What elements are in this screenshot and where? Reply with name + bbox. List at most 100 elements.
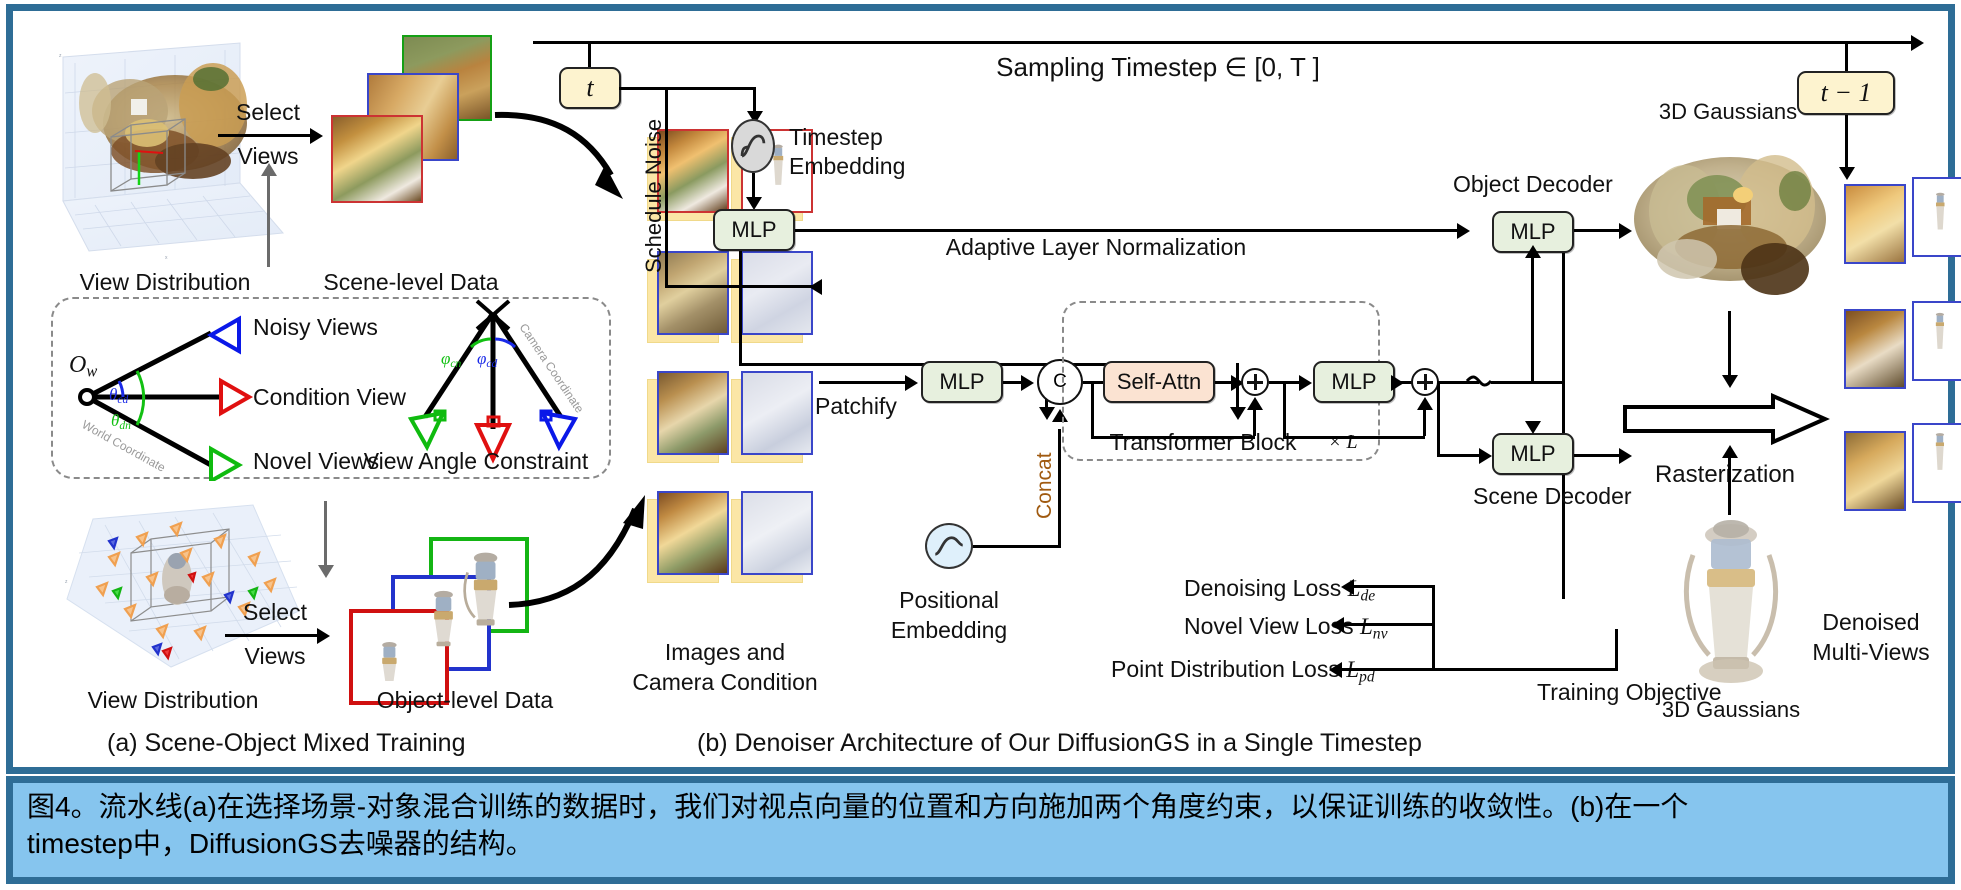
origin-label-ow: Ow	[69, 352, 98, 381]
positional-embedding-hline	[971, 545, 1061, 548]
svg-text:z: z	[59, 53, 62, 59]
constraint-to-scene-line	[267, 171, 270, 267]
scene-decoder-in-hline	[1437, 454, 1479, 457]
loss-bus-vline	[1432, 585, 1435, 671]
caption-bar: 图4。流水线(a)在选择场景-对象混合训练的数据时，我们对视点向量的位置和方向施…	[6, 776, 1955, 884]
concat-in-vline	[1058, 429, 1061, 547]
loss-denoising-sub: de	[1360, 587, 1376, 605]
positional-embedding-label-l2: Embedding	[890, 617, 1008, 643]
loss-novelview-arrowhead	[1331, 617, 1344, 633]
mlp-to-concat-arrowhead	[1021, 375, 1034, 391]
transformer-out-hline-2	[1491, 381, 1565, 384]
scene-decoder-in-arrowhead	[1479, 448, 1492, 464]
residual1-up-vline	[1253, 407, 1256, 436]
select-views-bottom-arrowhead	[317, 628, 330, 644]
schedule-noise-label: Schedule Noise	[641, 118, 666, 273]
loss-denoising-name: Denoising Loss	[1184, 575, 1342, 601]
svg-text:z: z	[65, 579, 68, 585]
patchify-in-arrowhead	[905, 375, 918, 391]
timestep-output-box[interactable]: t − 1	[1797, 71, 1895, 115]
residual-add-1	[1241, 368, 1269, 396]
concat-label: Concat	[1033, 452, 1056, 519]
gaussians-top-label: 3D Gaussians	[1658, 99, 1798, 124]
sampling-timestep-label: Sampling Timestep ∈ [0, T ]	[996, 52, 1320, 82]
residual2-down-vline	[1283, 381, 1286, 439]
training-objective-vline	[1615, 629, 1618, 669]
theta-cd-label: θcd	[109, 385, 129, 407]
figure-page: z x View Distribution Select Views Scene-…	[0, 0, 1961, 890]
select-views-top-arrowhead	[310, 128, 323, 144]
self-attn-box[interactable]: Self-Attn	[1103, 361, 1215, 403]
mlp-adaln-box[interactable]: MLP	[713, 209, 795, 251]
decoder-split-vline	[1562, 229, 1565, 599]
residual2-hline	[1283, 436, 1425, 439]
scene-gaussians-render	[1634, 155, 1826, 295]
adaln-right-bus	[795, 229, 1457, 232]
loss-novelview: Novel View Loss Lnv	[1184, 613, 1388, 643]
noisy-views-label: Noisy Views	[253, 314, 378, 340]
t-box-top-connector	[588, 41, 591, 67]
mlp-patchify-box[interactable]: MLP	[921, 361, 1003, 403]
object-to-stack-arrow	[508, 495, 645, 608]
object-gaussians-to-raster-arrowhead	[1722, 445, 1738, 458]
loss-novelview-sub: nv	[1372, 625, 1388, 643]
loss-pointdist-hline	[1340, 668, 1618, 671]
scene-decoder-label: Scene Decoder	[1473, 483, 1632, 509]
timestep-embedding-label-l1: Timestep	[789, 124, 883, 150]
novel-views-label: Novel Views	[253, 448, 380, 474]
select-views-top-select: Select	[236, 99, 300, 125]
positional-embedding-icon	[925, 523, 973, 569]
scene-decoder-out-arrowhead	[1619, 448, 1632, 464]
scene-gaussians-to-raster-vline	[1728, 311, 1731, 377]
loss-novelview-hline	[1342, 623, 1434, 626]
object-level-data-label: Object-level Data	[376, 687, 554, 713]
select-views-bottom-select: Select	[243, 599, 307, 625]
panel-a-title: (a) Scene-Object Mixed Training	[107, 729, 466, 757]
scene-gaussians-to-raster-arrowhead	[1722, 375, 1738, 388]
object-decoder-up-vline	[1531, 253, 1534, 381]
scene-to-stack-arrow	[494, 111, 623, 199]
loss-pointdist-name: Point Distribution Loss	[1111, 656, 1340, 682]
rasterization-label: Rasterization	[1654, 461, 1796, 488]
camera-coordinate-diagram: Camera Coordinate	[407, 299, 587, 464]
t-minus-1-bottom-arrowhead	[1839, 167, 1855, 180]
constraint-to-object-line	[324, 501, 327, 567]
patchify-label: Patchify	[815, 393, 897, 419]
constraint-to-scene-arrowhead	[261, 163, 277, 176]
transformer-block-label: Transformer Block	[1109, 429, 1297, 455]
residual1-arrowhead	[1247, 397, 1263, 410]
select-views-bottom-arrow-line	[225, 634, 317, 637]
sampling-timestep-bus-arrowhead	[1911, 35, 1924, 51]
positional-embedding-label-l1: Positional	[899, 587, 999, 613]
scene-level-data-label: Scene-level Data	[323, 269, 499, 295]
loss-pointdist-arrowhead	[1329, 662, 1342, 678]
loss-denoising-hline	[1352, 585, 1434, 588]
t-minus-1-top-connector	[1845, 41, 1848, 71]
images-camera-condition-line2: Camera Condition	[632, 669, 818, 695]
denoised-label-l1: Denoised	[1822, 609, 1920, 635]
residual2-up-vline	[1423, 407, 1426, 436]
loss-novelview-symbol: L	[1360, 614, 1373, 639]
patchify-in-hline	[819, 381, 905, 384]
panel-b-title: (b) Denoiser Architecture of Our Diffusi…	[697, 729, 1422, 757]
scene-decoder-in-vline	[1437, 381, 1440, 454]
mlp-transformer-box[interactable]: MLP	[1313, 361, 1395, 403]
residual1-hline	[1091, 436, 1255, 439]
sampling-timestep-bus	[533, 41, 1913, 44]
mlp-scene-decoder-box[interactable]: MLP	[1492, 433, 1574, 475]
adaptive-layer-norm-label: Adaptive Layer Normalization	[945, 234, 1247, 260]
schedule-noise-arrowhead	[809, 279, 822, 295]
caption-text: 图4。流水线(a)在选择场景-对象混合训练的数据时，我们对视点向量的位置和方向施…	[27, 791, 1689, 859]
loss-novelview-name: Novel View Loss	[1184, 613, 1354, 639]
phi-cd-label: φcd	[477, 349, 498, 371]
select-views-bottom-views: Views	[244, 643, 306, 669]
adaln-right-bus-arrowhead	[1457, 223, 1470, 239]
timestep-input-box[interactable]: t	[559, 67, 621, 109]
residual2-arrowhead	[1417, 397, 1433, 410]
view-angle-constraint-label: View Angle Constraint	[363, 448, 589, 474]
adaln-down-vline	[739, 251, 742, 366]
plus1-to-mlp-arrowhead	[1299, 375, 1312, 391]
object-view-distribution-label: View Distribution	[87, 687, 259, 713]
constraint-to-object-arrowhead	[318, 565, 334, 578]
timestep-embedding-label-l2: Embedding	[789, 153, 906, 179]
